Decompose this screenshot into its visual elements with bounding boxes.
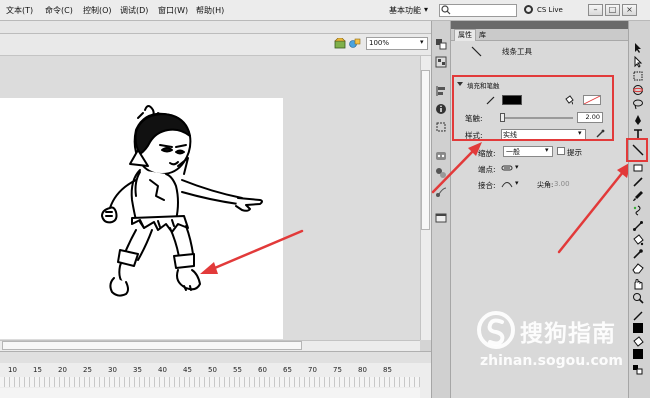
hint-label: 提示 [567, 148, 582, 157]
round-cap-icon[interactable] [501, 164, 513, 172]
vertical-scrollbar-thumb[interactable] [421, 70, 430, 230]
stroke-color-swatch[interactable] [632, 322, 644, 334]
timeline-tick: 10 [8, 366, 17, 374]
sogou-logo-watermark [477, 311, 515, 349]
edit-scene-icon[interactable] [334, 38, 346, 49]
cs-live-icon[interactable] [524, 5, 533, 14]
pencil-icon[interactable] [632, 176, 644, 188]
timeline-frames[interactable] [0, 377, 420, 387]
fill-color-swatch[interactable] [632, 348, 644, 360]
line-icon[interactable] [632, 144, 644, 156]
minimize-button[interactable]: – [588, 4, 603, 16]
hint-checkbox[interactable] [557, 147, 565, 155]
workspace-switcher[interactable]: 基本功能 [389, 5, 421, 16]
subselection-icon[interactable] [632, 56, 644, 68]
scale-value: 一般 [506, 148, 520, 156]
horizontal-scrollbar-thumb[interactable] [2, 341, 302, 350]
bone-icon[interactable] [632, 220, 644, 232]
eyedropper-icon[interactable] [632, 248, 644, 260]
red-annotation-arrow [200, 229, 304, 274]
menu-text[interactable]: 文本(T) [6, 5, 33, 16]
red-highlight-box [452, 75, 614, 141]
zoom-value: 100% [369, 39, 390, 47]
paint-bucket-icon[interactable] [632, 234, 644, 246]
timeline-tick: 80 [358, 366, 367, 374]
timeline-tick: 75 [333, 366, 342, 374]
search-icon [441, 5, 451, 15]
timeline-tick: 25 [83, 366, 92, 374]
timeline-header [0, 351, 431, 363]
timeline-tick: 15 [33, 366, 42, 374]
chevron-down-icon[interactable]: ▾ [515, 163, 519, 171]
panel-tab-bar [451, 29, 628, 41]
red-annotation-arrow [431, 142, 482, 194]
panel-title-bar[interactable] [451, 21, 628, 29]
menu-help[interactable]: 帮助(H) [196, 5, 224, 16]
tab-library[interactable]: 库 [479, 30, 486, 40]
stroke-color-icon[interactable] [632, 310, 644, 322]
edit-symbol-icon[interactable] [349, 38, 361, 49]
swap-colors-icon[interactable] [632, 364, 644, 376]
tool-name: 线条工具 [502, 47, 532, 56]
color-panel-icon[interactable] [435, 38, 447, 50]
menu-commands[interactable]: 命令(C) [45, 5, 73, 16]
fill-color-icon[interactable] [632, 336, 644, 348]
zoom-icon[interactable] [632, 292, 644, 304]
timeline-tick: 85 [383, 366, 392, 374]
restore-button[interactable]: □ [605, 4, 620, 16]
menu-debug[interactable]: 调试(D) [120, 5, 148, 16]
document-tab-bar [0, 21, 431, 34]
free-transform-icon[interactable] [632, 70, 644, 82]
swatches-panel-icon[interactable] [435, 56, 447, 68]
project-panel-icon[interactable] [435, 212, 447, 224]
chevron-down-icon[interactable]: ▾ [545, 146, 549, 154]
3d-rotation-icon[interactable] [632, 84, 644, 96]
timeline-tick: 20 [58, 366, 67, 374]
cs-live-label[interactable]: CS Live [537, 6, 563, 14]
timeline-tick: 50 [208, 366, 217, 374]
align-panel-icon[interactable] [435, 85, 447, 97]
lasso-icon[interactable] [632, 98, 644, 110]
line-tool-icon [471, 46, 482, 57]
hand-icon[interactable] [632, 278, 644, 290]
menu-window[interactable]: 窗口(W) [158, 5, 188, 16]
menu-control[interactable]: 控制(O) [83, 5, 112, 16]
collapsed-panels-column [431, 21, 451, 398]
timeline-tick: 55 [233, 366, 242, 374]
transform-panel-icon[interactable] [435, 121, 447, 133]
timeline-tick: 35 [133, 366, 142, 374]
eraser-icon[interactable] [632, 262, 644, 274]
round-join-icon[interactable] [501, 180, 513, 188]
miter-label: 尖角: [537, 181, 554, 189]
chevron-down-icon[interactable]: ▾ [424, 5, 428, 14]
red-annotation-arrow [557, 162, 631, 254]
timeline-tick: 40 [158, 366, 167, 374]
brush-icon[interactable] [632, 190, 644, 202]
tab-properties[interactable]: 属性 [454, 29, 476, 41]
watermark-text: 搜狗指南 [520, 321, 616, 347]
close-button[interactable]: × [622, 4, 637, 16]
rectangle-icon[interactable] [632, 162, 644, 174]
selection-icon[interactable] [632, 42, 644, 54]
timeline-tick: 70 [308, 366, 317, 374]
timeline-tick: 65 [283, 366, 292, 374]
deco-icon[interactable] [632, 204, 644, 216]
timeline-tick: 30 [108, 366, 117, 374]
timeline-tick: 45 [183, 366, 192, 374]
info-panel-icon[interactable] [435, 103, 447, 115]
timeline-layer-row[interactable] [0, 388, 420, 398]
watermark-url: zhinan.sogou.com [480, 353, 623, 369]
timeline-tick: 60 [258, 366, 267, 374]
pen-icon[interactable] [632, 114, 644, 126]
chevron-down-icon[interactable]: ▾ [420, 38, 424, 46]
chevron-down-icon[interactable]: ▾ [515, 179, 519, 187]
